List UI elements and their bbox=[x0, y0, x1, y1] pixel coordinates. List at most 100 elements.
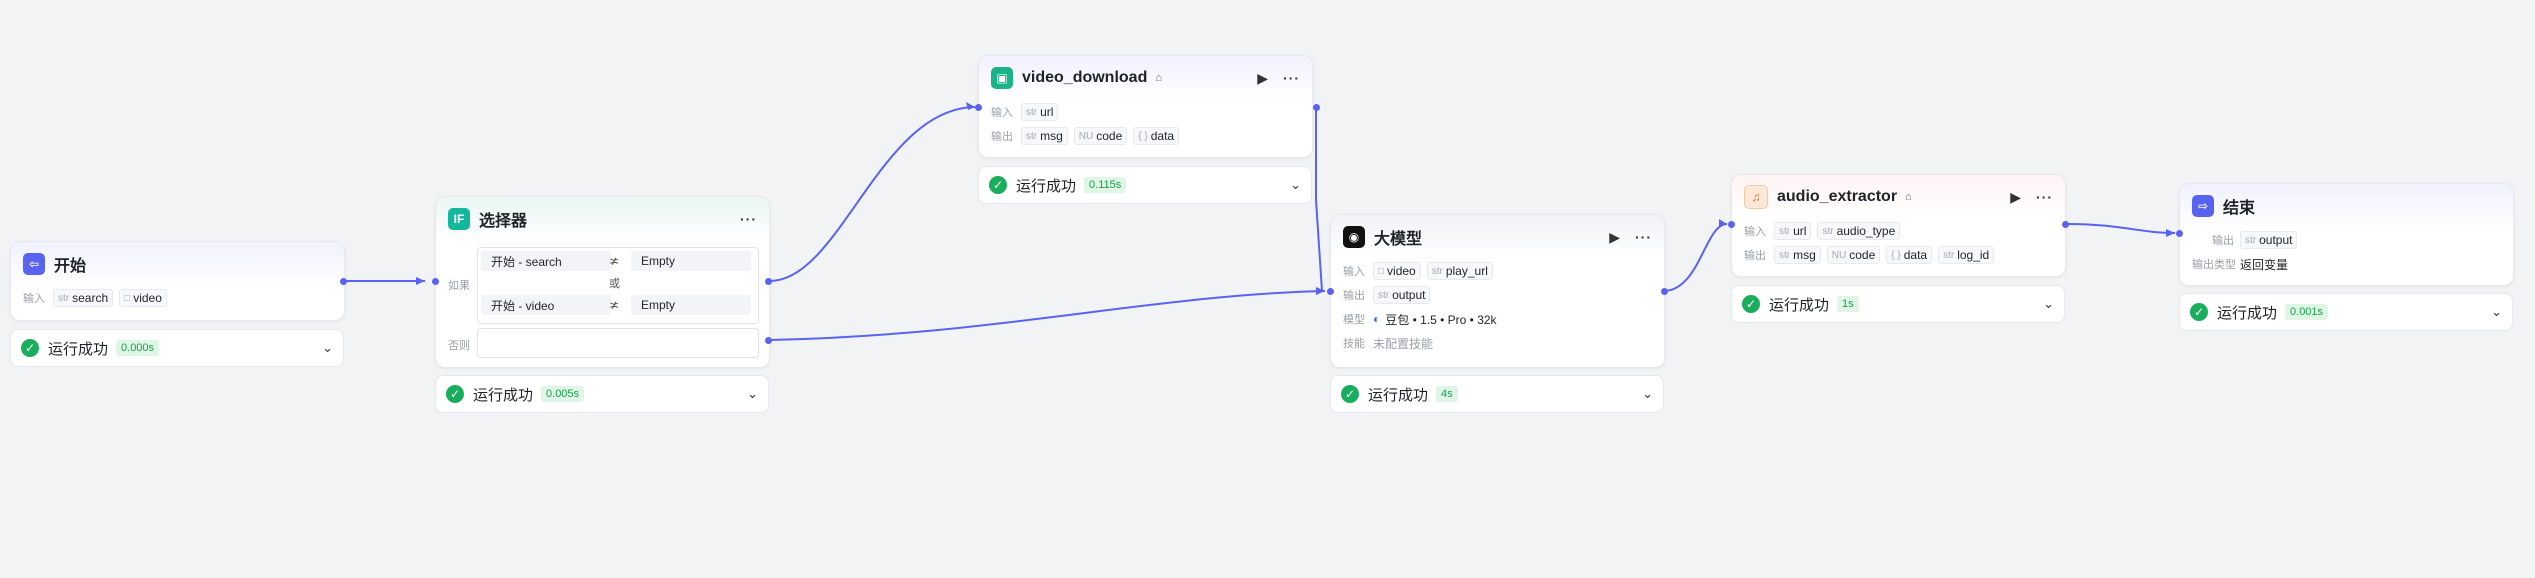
status-text: 运行成功 bbox=[1769, 296, 1830, 314]
skill-value: 未配置技能 bbox=[1373, 336, 1434, 351]
inputs-row: 输入 □ video str play_url bbox=[1331, 259, 1664, 283]
param-name: code bbox=[1096, 129, 1123, 143]
port-llm-in[interactable] bbox=[1327, 288, 1334, 295]
param-name: video bbox=[1387, 264, 1416, 278]
more-options-icon[interactable]: ··· bbox=[1635, 229, 1652, 245]
condition-left[interactable]: 开始 - video bbox=[481, 295, 611, 315]
start-icon: ⇦ bbox=[23, 253, 45, 275]
port-selector-else-out[interactable] bbox=[765, 337, 772, 344]
param-name: log_id bbox=[1957, 248, 1990, 262]
or-label[interactable]: 或 bbox=[609, 275, 620, 291]
param-tag: str search bbox=[53, 289, 114, 307]
param-tag: str msg bbox=[1774, 246, 1821, 264]
port-end-in[interactable] bbox=[2176, 230, 2183, 237]
status-text: 运行成功 bbox=[1368, 386, 1429, 404]
llm-node-title: 大模型 bbox=[1374, 231, 1423, 248]
operator-not-empty[interactable]: ≭ bbox=[609, 298, 619, 312]
param-type: str bbox=[1779, 249, 1791, 261]
param-name: output bbox=[2259, 233, 2293, 247]
port-video-download-in[interactable] bbox=[975, 104, 982, 111]
chevron-down-icon[interactable]: ⌄ bbox=[2043, 296, 2054, 312]
more-options-icon[interactable]: ··· bbox=[1283, 70, 1300, 86]
run-node-icon[interactable]: ▶ bbox=[1609, 229, 1621, 246]
llm-status-bar[interactable]: ✓ 运行成功 4s ⌄ bbox=[1330, 375, 1664, 413]
edge-selector-else-to-llm bbox=[769, 290, 1326, 341]
condition-right[interactable]: Empty bbox=[631, 295, 751, 315]
port-selector-in[interactable] bbox=[432, 278, 439, 285]
skill-row: 技能 未配置技能 bbox=[1331, 331, 1664, 355]
chevron-down-icon[interactable]: ⌄ bbox=[322, 340, 333, 356]
output-label: 输出 bbox=[2212, 235, 2234, 247]
param-type: str bbox=[1822, 225, 1834, 237]
param-tag: { } data bbox=[1886, 246, 1933, 264]
param-tag: str url bbox=[1774, 222, 1812, 240]
param-type: □ bbox=[1378, 265, 1385, 277]
more-options-icon[interactable]: ··· bbox=[2036, 189, 2053, 205]
status-text: 运行成功 bbox=[1016, 177, 1077, 195]
param-name: data bbox=[1903, 248, 1928, 262]
video-download-node[interactable]: ▣ video_download ⌂ ▶ ··· 输入 str url 输出 st… bbox=[978, 55, 1313, 158]
chevron-down-icon[interactable]: ⌄ bbox=[2491, 304, 2502, 320]
condition-left[interactable]: 开始 - search bbox=[481, 251, 611, 271]
param-type: str bbox=[2245, 234, 2257, 246]
video-download-status-bar[interactable]: ✓ 运行成功 0.115s ⌄ bbox=[978, 166, 1312, 204]
selector-status-bar[interactable]: ✓ 运行成功 0.005s ⌄ bbox=[435, 375, 769, 413]
model-name: 豆包 • 1.5 • Pro • 32k bbox=[1385, 312, 1497, 327]
audio-extractor-status-bar[interactable]: ✓ 运行成功 1s ⌄ bbox=[1731, 285, 2065, 323]
video-download-title: video_download bbox=[1022, 69, 1148, 86]
condition-right[interactable]: Empty bbox=[631, 251, 751, 271]
operator-not-empty[interactable]: ≭ bbox=[609, 254, 619, 268]
if-icon: IF bbox=[448, 208, 470, 230]
video-download-icon: ▣ bbox=[991, 67, 1013, 89]
status-text: 运行成功 bbox=[473, 386, 534, 404]
param-name: video bbox=[133, 291, 162, 305]
arrow-start-selector bbox=[416, 277, 425, 285]
outputs-row: 输出 str output bbox=[1331, 283, 1664, 307]
end-node-title: 结束 bbox=[2223, 200, 2256, 217]
selector-node-title: 选择器 bbox=[479, 213, 528, 230]
chevron-down-icon[interactable]: ⌄ bbox=[1642, 386, 1653, 402]
port-selector-if-out[interactable] bbox=[765, 278, 772, 285]
arrow-to-llm bbox=[1316, 287, 1325, 295]
selector-node[interactable]: IF 选择器 ··· 如果 开始 - search ≭ Empty 或 开始 -… bbox=[435, 196, 770, 368]
param-tag: { } data bbox=[1133, 127, 1180, 145]
port-audio-out[interactable] bbox=[2062, 221, 2069, 228]
status-text: 运行成功 bbox=[2217, 304, 2278, 322]
duration-badge: 1s bbox=[1837, 296, 1859, 312]
param-name: audio_type bbox=[1836, 224, 1896, 238]
chevron-down-icon[interactable]: ⌄ bbox=[1290, 177, 1301, 193]
port-start-out[interactable] bbox=[340, 278, 347, 285]
param-tag: str msg bbox=[1021, 127, 1068, 145]
run-node-icon[interactable]: ▶ bbox=[1257, 70, 1269, 87]
plugin-store-icon: ⌂ bbox=[1905, 191, 1912, 203]
port-video-download-out[interactable] bbox=[1313, 104, 1320, 111]
start-node[interactable]: ⇦ 开始 输入 str search □ video bbox=[10, 241, 345, 321]
outputs-row: 输出 str msg NU code { } data bbox=[979, 124, 1312, 148]
run-node-icon[interactable]: ▶ bbox=[2010, 189, 2022, 206]
param-type: str bbox=[1378, 289, 1390, 301]
outputs-row: 输出 str msg NU code { } data str log_id bbox=[1732, 243, 2065, 267]
port-llm-out[interactable] bbox=[1661, 288, 1668, 295]
param-name: url bbox=[1040, 105, 1054, 119]
param-type: str bbox=[1026, 130, 1038, 142]
param-name: msg bbox=[1793, 248, 1816, 262]
end-icon: ⇨ bbox=[2192, 195, 2214, 217]
audio-extractor-node[interactable]: ♫ audio_extractor ⌂ ▶ ··· 输入 str url str a… bbox=[1731, 174, 2066, 277]
duration-badge: 0.000s bbox=[116, 340, 160, 356]
port-audio-in[interactable] bbox=[1728, 221, 1735, 228]
llm-node[interactable]: ◉ 大模型 ▶ ··· 输入 □ video str play_url 输出 str… bbox=[1330, 214, 1665, 368]
duration-badge: 4s bbox=[1436, 386, 1458, 402]
param-type: str bbox=[1431, 265, 1443, 277]
start-status-bar[interactable]: ✓ 运行成功 0.000s ⌄ bbox=[10, 329, 344, 367]
param-tag: str audio_type bbox=[1817, 222, 1901, 240]
chevron-down-icon[interactable]: ⌄ bbox=[747, 386, 758, 402]
input-label: 输入 bbox=[1744, 226, 1766, 238]
output-label: 输出 bbox=[1343, 290, 1365, 302]
end-status-bar[interactable]: ✓ 运行成功 0.001s ⌄ bbox=[2179, 293, 2513, 331]
arrow-to-video-download bbox=[966, 102, 975, 110]
plugin-store-icon: ⌂ bbox=[1155, 72, 1162, 84]
more-options-icon[interactable]: ··· bbox=[740, 211, 757, 227]
else-label: 否则 bbox=[448, 340, 470, 352]
end-node[interactable]: ⇨ 结束 输出 str output 输出类型 返回变量 bbox=[2179, 183, 2514, 286]
param-type: str bbox=[58, 292, 70, 304]
